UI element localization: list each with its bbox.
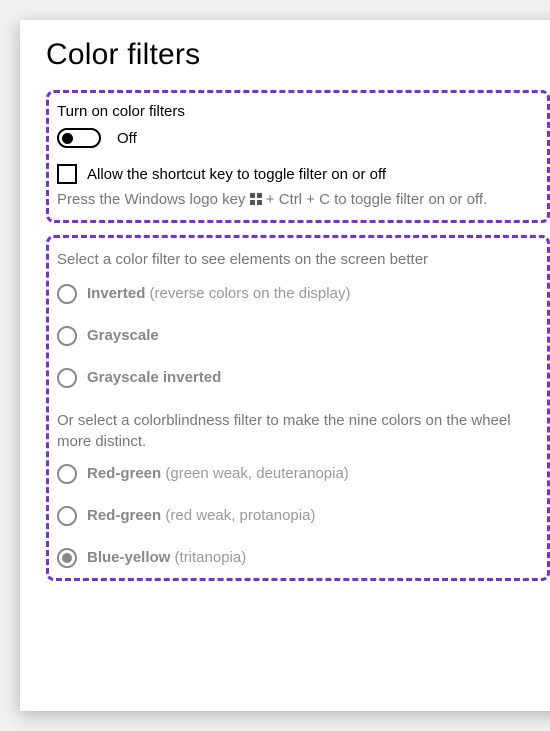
toggle-label: Turn on color filters [57,103,539,120]
radio-label-bold: Grayscale inverted [87,369,221,386]
radio-label-bold: Grayscale [87,327,159,344]
radio-label: Grayscale [87,327,159,344]
radio-label: Grayscale inverted [87,369,221,386]
windows-logo-icon [250,193,262,205]
radio-label-bold: Red-green [87,465,161,482]
radio-grayscale[interactable]: Grayscale [57,326,539,346]
help-text-pre: Press the Windows logo key [57,191,250,208]
radio-tritanopia[interactable]: Blue-yellow (tritanopia) [57,548,539,568]
radio-icon [57,506,77,526]
help-text-post: + Ctrl + C to toggle filter on or off. [262,191,488,208]
shortcut-checkbox-label: Allow the shortcut key to toggle filter … [87,166,386,183]
filter-section-intro: Select a color filter to see elements on… [57,250,539,270]
radio-label-paren: (tritanopia) [170,549,246,566]
radio-icon [57,548,77,568]
highlight-box-filter-options: Select a color filter to see elements on… [46,235,550,581]
radio-label-paren: (reverse colors on the display) [145,285,350,302]
radio-deuteranopia[interactable]: Red-green (green weak, deuteranopia) [57,464,539,484]
radio-label-bold: Blue-yellow [87,549,170,566]
page-title: Color filters [46,38,550,72]
radio-icon [57,326,77,346]
shortcut-help-text: Press the Windows logo key + Ctrl + C to… [57,190,539,210]
radio-inverted[interactable]: Inverted (reverse colors on the display) [57,284,539,304]
shortcut-checkbox-row: Allow the shortcut key to toggle filter … [57,164,539,184]
radio-label-paren: (red weak, protanopia) [161,507,315,524]
radio-grayscale-inverted[interactable]: Grayscale inverted [57,368,539,388]
shortcut-checkbox[interactable] [57,164,77,184]
color-filters-panel: Color filters Turn on color filters Off … [20,20,550,711]
radio-icon [57,284,77,304]
highlight-box-toggle-section: Turn on color filters Off Allow the shor… [46,90,550,223]
radio-label: Blue-yellow (tritanopia) [87,549,246,566]
radio-label: Red-green (red weak, protanopia) [87,507,315,524]
radio-icon [57,464,77,484]
radio-protanopia[interactable]: Red-green (red weak, protanopia) [57,506,539,526]
radio-icon [57,368,77,388]
color-filters-toggle[interactable] [57,128,101,148]
radio-label: Inverted (reverse colors on the display) [87,285,350,302]
radio-label-paren: (green weak, deuteranopia) [161,465,349,482]
toggle-row: Off [57,128,539,148]
colorblind-section-intro: Or select a colorblindness filter to mak… [57,410,539,452]
toggle-state-text: Off [117,130,137,147]
radio-label-bold: Red-green [87,507,161,524]
radio-label: Red-green (green weak, deuteranopia) [87,465,349,482]
toggle-knob [62,133,73,144]
radio-label-bold: Inverted [87,285,145,302]
